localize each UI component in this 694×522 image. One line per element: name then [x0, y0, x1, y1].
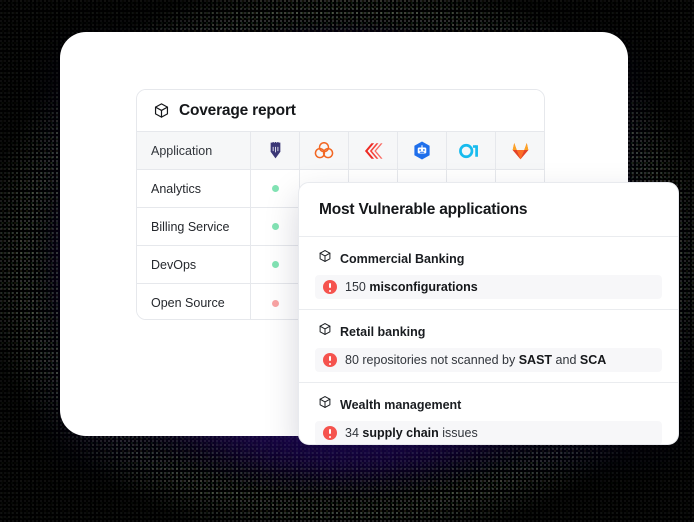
list-item[interactable]: Retail banking 80 repositories not scanne… [299, 310, 678, 383]
column-header-vault[interactable] [251, 132, 300, 169]
cell-application-name: Billing Service [137, 208, 251, 245]
o1-icon [459, 143, 483, 159]
cell-application-name: Open Source [137, 284, 251, 319]
cube-icon [153, 102, 170, 119]
alert-message: 150 misconfigurations [315, 275, 662, 299]
coverage-table-header-row: Application [137, 132, 544, 170]
status-dot-ok [271, 185, 279, 192]
dashboard-panel: Coverage report Application Analytics Bi… [60, 32, 679, 445]
list-item[interactable]: Wealth management 34 supply chain issues [299, 383, 678, 444]
column-header-dependabot[interactable] [398, 132, 447, 169]
warning-icon [323, 280, 337, 294]
vulnerable-app-name: Retail banking [340, 324, 426, 339]
cell-status[interactable] [251, 284, 300, 319]
status-dot-bad [271, 299, 279, 307]
column-header-gitlab[interactable] [496, 132, 544, 169]
coverage-report-header: Coverage report [137, 90, 544, 132]
status-dot-ok [271, 223, 279, 230]
column-header-o1[interactable] [447, 132, 496, 169]
chevrons-icon [363, 142, 383, 160]
warning-icon [323, 426, 337, 440]
alert-message-text: 150 misconfigurations [345, 280, 478, 294]
column-header-chevrons[interactable] [349, 132, 398, 169]
cell-application-name: Analytics [137, 170, 251, 207]
alert-message: 80 repositories not scanned by SAST and … [315, 348, 662, 372]
most-vulnerable-popup: Most Vulnerable applications Commercial … [298, 182, 679, 445]
cube-icon [318, 322, 332, 341]
screenshot-stage: Coverage report Application Analytics Bi… [0, 0, 694, 522]
alert-message: 34 supply chain issues [315, 421, 662, 444]
column-header-three-circles[interactable] [300, 132, 349, 169]
vault-icon [268, 142, 283, 159]
vulnerable-app-row: Commercial Banking [315, 249, 662, 268]
cell-status[interactable] [251, 208, 300, 245]
vulnerable-app-row: Wealth management [315, 395, 662, 414]
popup-title: Most Vulnerable applications [319, 200, 528, 218]
cell-application-name: DevOps [137, 246, 251, 283]
vulnerable-app-row: Retail banking [315, 322, 662, 341]
cube-icon [318, 395, 332, 414]
alert-message-text: 34 supply chain issues [345, 426, 478, 440]
status-dot-ok [271, 261, 279, 268]
dependabot-icon [413, 141, 431, 160]
gitlab-icon [511, 142, 530, 160]
alert-message-text: 80 repositories not scanned by SAST and … [345, 353, 607, 367]
cell-status[interactable] [251, 170, 300, 207]
page-title: Coverage report [179, 101, 296, 119]
cube-icon [318, 249, 332, 268]
vulnerable-app-name: Commercial Banking [340, 251, 465, 266]
column-header-application: Application [137, 132, 251, 169]
three-circles-icon [314, 141, 334, 160]
vulnerable-app-name: Wealth management [340, 397, 462, 412]
vulnerable-list: Commercial Banking 150 misconfigurations R… [299, 237, 678, 444]
cell-status[interactable] [251, 246, 300, 283]
popup-header: Most Vulnerable applications [299, 183, 678, 237]
warning-icon [323, 353, 337, 367]
list-item[interactable]: Commercial Banking 150 misconfigurations [299, 237, 678, 310]
